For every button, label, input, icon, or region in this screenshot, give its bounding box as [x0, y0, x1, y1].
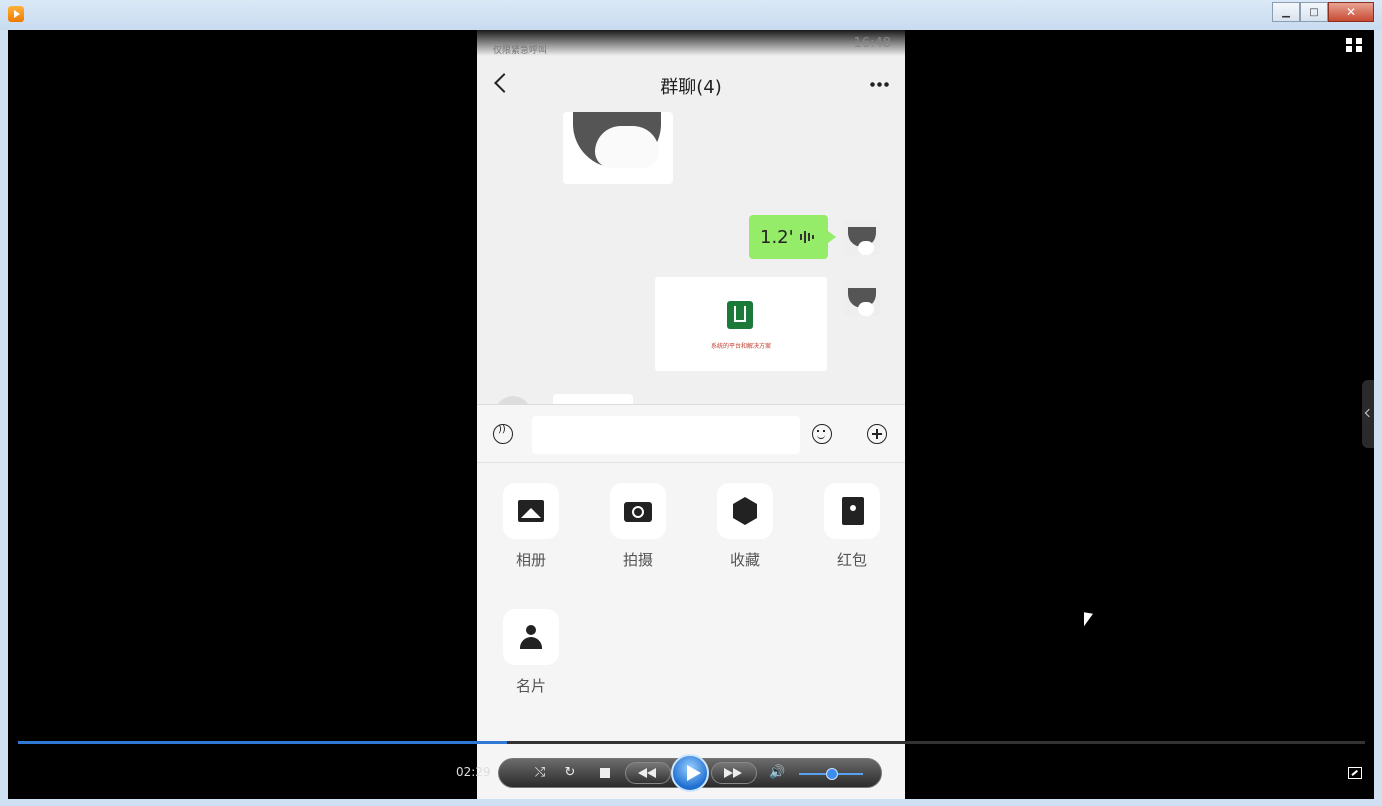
tool-tile — [503, 609, 559, 665]
play-button[interactable] — [671, 754, 709, 792]
chat-navbar: 群聊(4) — [477, 56, 905, 112]
video-area[interactable]: 仅限紧急呼叫 16:48 群聊(4) 1.2' 系统的平台和解决方案)) 相册… — [8, 30, 1374, 799]
playback-controls: ⤭ ↻ 🔊 — [498, 754, 882, 792]
window-titlebar: ▁ □ ✕ — [0, 0, 1382, 30]
fast-forward-button[interactable] — [711, 762, 757, 784]
more-icon[interactable] — [869, 82, 889, 87]
red-packet-icon — [842, 497, 864, 525]
volume-slider-knob[interactable] — [826, 768, 838, 780]
voice-input-icon[interactable] — [493, 424, 513, 444]
avatar[interactable] — [844, 219, 880, 255]
elapsed-time: 02:29 — [456, 765, 491, 779]
chat-input-bar — [477, 404, 905, 463]
phone-status-bar: 仅限紧急呼叫 16:48 — [477, 30, 905, 56]
tool-album[interactable]: 相册 — [491, 483, 571, 570]
more-tools-panel: 相册 拍摄 收藏 红包 名片 — [477, 462, 905, 799]
card-caption: 系统的平台和解决方案 — [710, 343, 771, 350]
tool-label: 红包 — [836, 551, 867, 569]
image-message[interactable]: 系统的平台和解决方案 — [655, 277, 827, 371]
stop-button[interactable] — [600, 768, 610, 778]
tool-red-packet[interactable]: 红包 — [812, 483, 892, 570]
voice-wave-icon — [799, 230, 816, 244]
carrier-text: 仅限紧急呼叫 — [493, 46, 548, 56]
toy-figure — [573, 112, 661, 168]
minimize-button[interactable]: ▁ — [1272, 2, 1300, 22]
sticker-image[interactable] — [563, 112, 673, 184]
rewind-button[interactable] — [625, 762, 671, 784]
fullscreen-grid-icon[interactable] — [1346, 38, 1362, 52]
mouse-cursor-icon — [1084, 612, 1093, 628]
player-app-icon[interactable] — [8, 6, 24, 22]
tool-favorites[interactable]: 收藏 — [705, 483, 785, 570]
seek-bar[interactable] — [18, 741, 1365, 744]
clock-text: 16:48 — [853, 36, 891, 51]
chat-title: 群聊(4) — [660, 77, 722, 98]
message-bubble[interactable] — [553, 394, 633, 404]
company-logo-icon — [727, 301, 753, 329]
tool-label: 名片 — [515, 677, 546, 695]
chat-message-list[interactable]: 1.2' 系统的平台和解决方案 — [477, 112, 905, 404]
person-icon — [520, 625, 542, 649]
volume-icon[interactable]: 🔊 — [769, 766, 785, 780]
tool-label: 拍摄 — [622, 551, 653, 569]
tool-label: 收藏 — [729, 551, 760, 569]
tool-label: 相册 — [515, 551, 546, 569]
switch-mode-icon[interactable] — [1348, 767, 1362, 779]
tool-tile — [824, 483, 880, 539]
playlist-toggle[interactable] — [1362, 380, 1374, 448]
camera-icon — [624, 502, 652, 522]
emoji-icon[interactable] — [812, 424, 832, 444]
phone-screen: 仅限紧急呼叫 16:48 群聊(4) 1.2' 系统的平台和解决方案)) 相册… — [477, 30, 905, 799]
tool-tile — [503, 483, 559, 539]
seek-bar-fill — [18, 741, 507, 744]
avatar[interactable] — [495, 396, 531, 404]
shuffle-icon[interactable]: ⤭ — [533, 766, 547, 780]
close-button[interactable]: ✕ — [1328, 2, 1374, 22]
repeat-icon[interactable]: ↻ — [563, 766, 577, 780]
maximize-button[interactable]: □ — [1300, 2, 1328, 22]
plus-icon[interactable] — [867, 424, 887, 444]
tool-contact-card[interactable]: 名片 — [491, 609, 571, 696]
voice-duration: 1.2' — [760, 226, 794, 248]
tool-camera[interactable]: 拍摄 — [598, 483, 678, 570]
tool-tile — [610, 483, 666, 539]
voice-message-bubble[interactable]: 1.2' — [749, 215, 836, 259]
avatar[interactable] — [844, 280, 880, 316]
album-icon — [518, 500, 544, 522]
message-input[interactable] — [532, 416, 800, 454]
box-icon — [733, 497, 757, 525]
tool-tile — [717, 483, 773, 539]
window-controls: ▁ □ ✕ — [1272, 2, 1374, 22]
